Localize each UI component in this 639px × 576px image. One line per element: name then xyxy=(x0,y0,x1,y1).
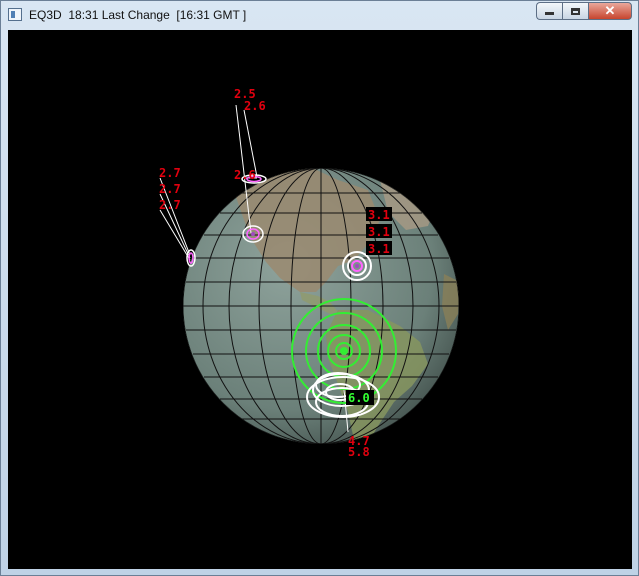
close-button[interactable]: ✕ xyxy=(588,2,632,20)
window-controls: ✕ xyxy=(536,2,632,22)
quake-label[interactable]: 3.1 xyxy=(368,225,390,239)
maximize-button[interactable] xyxy=(562,2,588,20)
quake-label[interactable]: 2.7 xyxy=(159,198,181,212)
title-bar[interactable]: EQ3D 18:31 Last Change [16:31 GMT ] ✕ xyxy=(1,1,638,30)
quake-label[interactable]: 2.7 xyxy=(159,166,181,180)
close-icon: ✕ xyxy=(604,3,616,18)
quake-label[interactable]: 3.1 xyxy=(368,242,390,256)
minimize-button[interactable] xyxy=(536,2,562,20)
globe-canvas[interactable]: 2.5 2.6 2.6 2.7 2.7 2.7 3.1 3.1 3.1 6.0 … xyxy=(8,30,632,569)
app-icon[interactable] xyxy=(8,8,22,21)
pointer-line xyxy=(243,109,258,178)
quake-label[interactable]: 2.6 xyxy=(244,99,266,113)
maximize-icon xyxy=(571,7,580,15)
quake-label[interactable]: 6.0 xyxy=(348,391,370,405)
quake-label[interactable]: 2.7 xyxy=(159,182,181,196)
globe-viewport[interactable]: 2.5 2.6 2.6 2.7 2.7 2.7 3.1 3.1 3.1 6.0 … xyxy=(8,30,632,569)
quake-label[interactable]: 2.6 xyxy=(234,168,256,182)
quake-label[interactable]: 3.1 xyxy=(368,208,390,222)
quake-marker-caribbean[interactable] xyxy=(342,251,372,281)
quake-label[interactable]: 5.8 xyxy=(348,445,370,459)
minimize-icon xyxy=(545,12,554,15)
window-title: EQ3D 18:31 Last Change [16:31 GMT ] xyxy=(29,8,247,22)
app-window: EQ3D 18:31 Last Change [16:31 GMT ] ✕ 2.… xyxy=(0,0,639,576)
